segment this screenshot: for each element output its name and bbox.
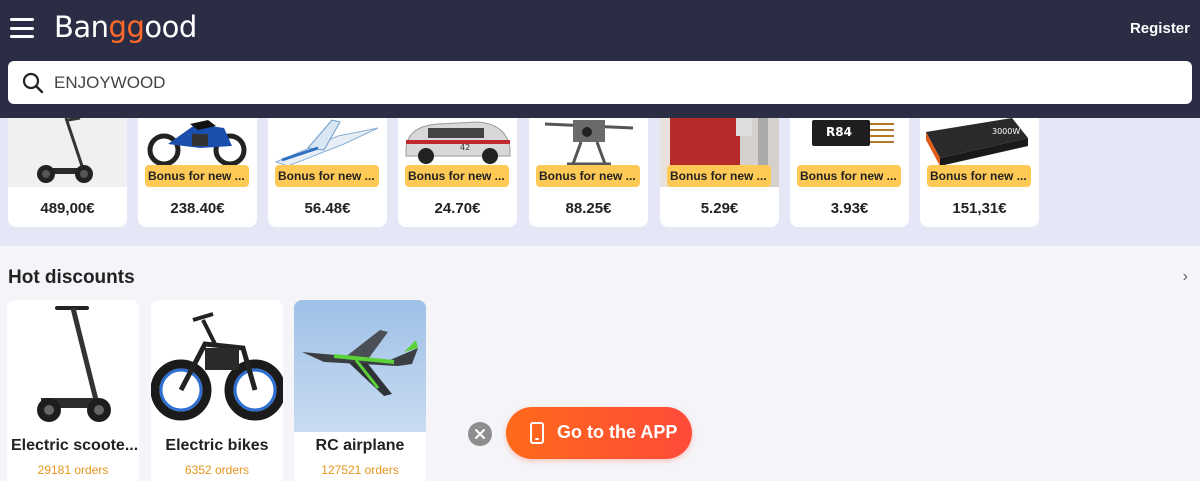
- bonus-badge: Bonus for new ...: [145, 165, 249, 187]
- close-app-promo-button[interactable]: [468, 422, 492, 446]
- discount-item-name: RC airplane: [315, 437, 405, 454]
- search-bar[interactable]: [8, 61, 1192, 104]
- discount-card[interactable]: RC airplane 127521 orders: [294, 300, 426, 481]
- electric-scooter-icon: [37, 118, 93, 183]
- close-icon[interactable]: [468, 422, 492, 446]
- bonus-badge: Bonus for new ...: [536, 165, 640, 187]
- product-card[interactable]: 3000W Bonus for new ... 151,31€: [920, 118, 1039, 227]
- product-price: 5.29€: [700, 200, 739, 217]
- product-price: 88.25€: [565, 200, 612, 217]
- bonus-badge: Bonus for new ...: [405, 165, 509, 187]
- discount-item-orders: 127521 orders: [321, 463, 399, 477]
- go-to-app-label: Go to the APP: [557, 422, 678, 442]
- go-to-app-button[interactable]: Go to the APP: [506, 407, 692, 459]
- electric-scooter-icon: [7, 300, 139, 432]
- product-price: 489,00€: [40, 200, 95, 217]
- logo-text-part3: ood: [144, 10, 197, 44]
- rc-airplane-icon: [294, 300, 426, 432]
- bonus-badge: Bonus for new ...: [927, 165, 1031, 187]
- product-card[interactable]: 489,00€: [8, 118, 127, 227]
- banggood-logo[interactable]: Banggood: [54, 10, 197, 44]
- svg-text:3000W: 3000W: [992, 127, 1020, 136]
- discount-item-orders: 6352 orders: [184, 463, 250, 477]
- hamburger-menu-icon[interactable]: [10, 18, 34, 40]
- search-input[interactable]: [54, 61, 1154, 104]
- discount-item-orders: 29181 orders: [37, 463, 109, 477]
- hot-discounts-title: Hot discounts: [8, 267, 135, 288]
- product-card[interactable]: Bonus for new ... 88.25€: [529, 118, 648, 227]
- discount-card[interactable]: Electric scoote... 29181 orders: [7, 300, 139, 481]
- product-price: 3.93€: [830, 200, 869, 217]
- discount-item-name: Electric bikes: [165, 437, 269, 454]
- chevron-right-icon[interactable]: ›: [1183, 268, 1188, 286]
- bonus-badge: Bonus for new ...: [797, 165, 901, 187]
- logo-text-part1: Ban: [54, 10, 109, 44]
- logo-text-part2: gg: [108, 10, 145, 44]
- electric-bike-icon: [151, 300, 283, 432]
- discount-item-name: Electric scoote...: [11, 437, 139, 454]
- product-price: 24.70€: [434, 200, 481, 217]
- discount-card[interactable]: Electric bikes 6352 orders: [151, 300, 283, 481]
- product-price: 56.48€: [304, 200, 351, 217]
- top-header: Banggood Register: [0, 0, 1200, 118]
- register-link[interactable]: Register: [1130, 20, 1190, 37]
- product-card[interactable]: Bonus for new ... 5.29€: [660, 118, 779, 227]
- svg-text:R84: R84: [826, 125, 852, 139]
- product-strip: 489,00€ Bonus for new ... 238.40€ Bonus …: [0, 118, 1200, 246]
- product-price: 151,31€: [952, 200, 1007, 217]
- svg-text:42: 42: [460, 143, 470, 152]
- product-card[interactable]: Bonus for new ... 56.48€: [268, 118, 387, 227]
- search-icon[interactable]: [22, 72, 44, 94]
- product-image: [8, 118, 127, 187]
- product-price: 238.40€: [170, 200, 225, 217]
- bonus-badge: Bonus for new ...: [275, 165, 379, 187]
- product-card[interactable]: Bonus for new ... 238.40€: [138, 118, 257, 227]
- phone-icon: [530, 422, 544, 444]
- product-card[interactable]: R84 Bonus for new ... 3.93€: [790, 118, 909, 227]
- bonus-badge: Bonus for new ...: [667, 165, 771, 187]
- product-card[interactable]: 42 Bonus for new ... 24.70€: [398, 118, 517, 227]
